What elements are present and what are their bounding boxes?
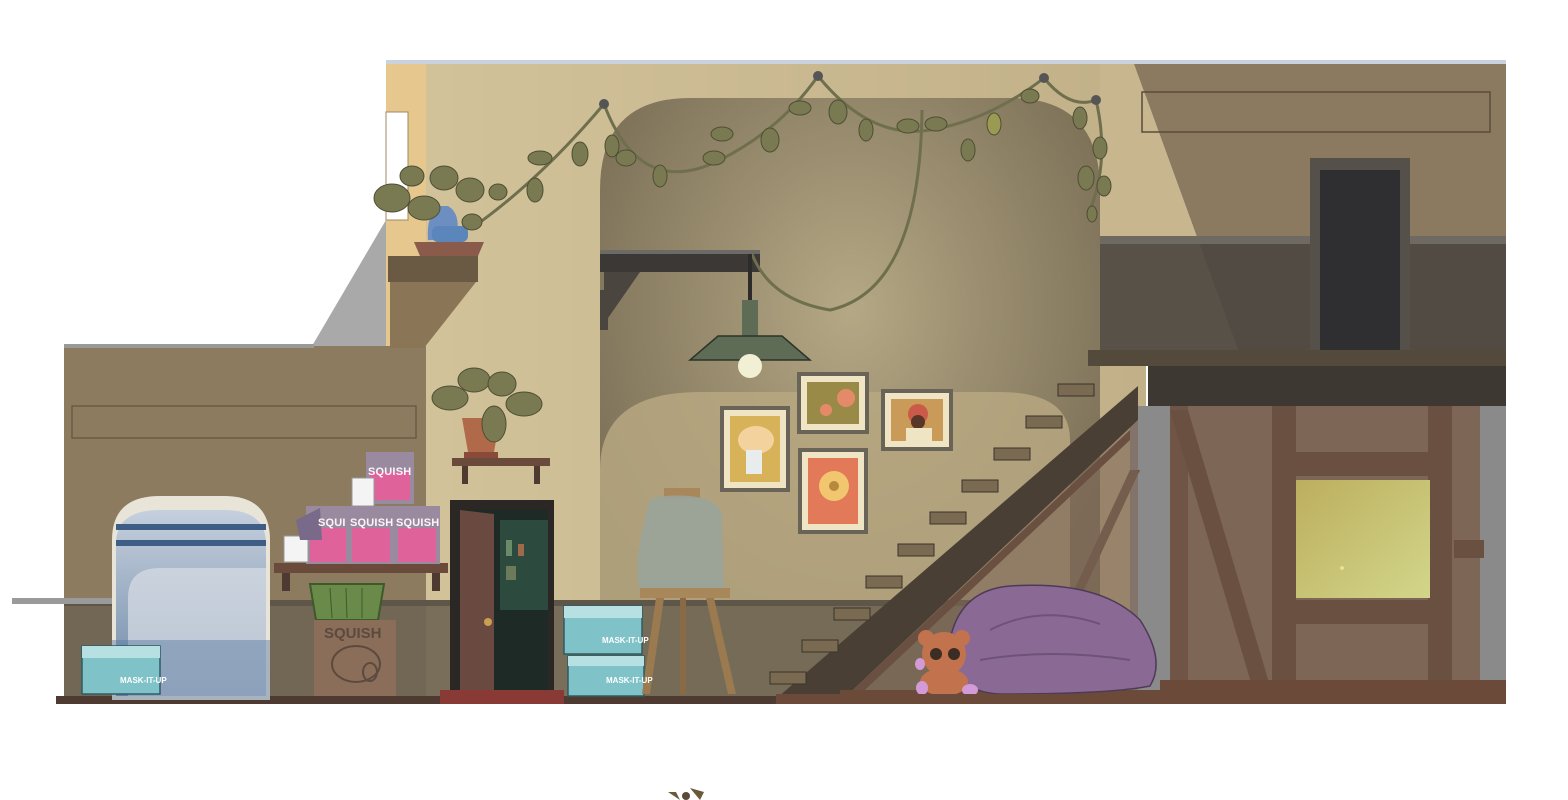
mask-box-top-label: MASK-IT-UP: [602, 636, 649, 645]
squish-pack-top-label: SQUISH: [368, 466, 412, 478]
portrait-frame: [881, 389, 953, 451]
squish-pack-2-label: SQUISH: [350, 517, 394, 529]
laundry-basket: [308, 583, 386, 621]
squish-pack-3-label: SQUISH: [396, 517, 440, 529]
mask-box-bottom-label: MASK-IT-UP: [606, 676, 653, 685]
flower-frame: [798, 448, 868, 534]
sunflower-vase-frame: [720, 406, 790, 492]
mask-box-left-label: MASK-IT-UP: [120, 676, 167, 685]
ceiling-trim: [386, 60, 1506, 64]
mask-box-left: [81, 645, 161, 695]
rose-frame: [797, 372, 869, 434]
mask-box-top: [563, 605, 643, 655]
floor: [776, 694, 1506, 704]
room-scene: [12, 60, 1506, 800]
open-door: [440, 500, 564, 704]
squish-box-label: SQUISH: [324, 625, 382, 642]
squish-pack-1-label: SQUISH: [318, 517, 346, 529]
squish-pack-row: [283, 506, 440, 564]
loft-window: [1296, 480, 1430, 598]
loft: [1088, 64, 1506, 406]
moth-sprite: [668, 788, 704, 800]
